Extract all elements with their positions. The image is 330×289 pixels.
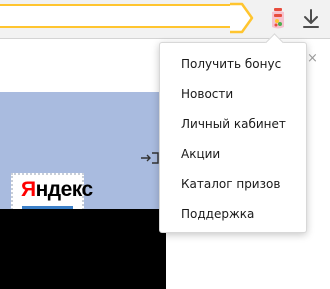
address-bar-arrow[interactable]	[230, 2, 256, 34]
menu-item-promotions[interactable]: Акции	[181, 147, 220, 161]
browser-toolbar	[0, 0, 330, 39]
candy-jar-icon[interactable]	[269, 8, 287, 30]
close-icon[interactable]: ×	[307, 52, 318, 66]
address-bar[interactable]	[0, 4, 232, 28]
menu-item-support[interactable]: Поддержка	[181, 207, 254, 221]
mail-header-banner: Яндекс почта	[0, 92, 166, 230]
logo-wordmark: Яндекс	[21, 178, 93, 201]
extension-popup-menu: Получить бонус Новости Личный кабинет Ак…	[159, 42, 307, 233]
menu-item-get-bonus[interactable]: Получить бонус	[181, 57, 281, 71]
content-block	[0, 209, 166, 289]
logout-icon[interactable]	[140, 151, 160, 165]
menu-item-account[interactable]: Личный кабинет	[181, 117, 286, 131]
menu-item-news[interactable]: Новости	[181, 87, 233, 101]
menu-item-prize-catalog[interactable]: Каталог призов	[181, 177, 280, 191]
download-icon[interactable]	[301, 8, 321, 30]
